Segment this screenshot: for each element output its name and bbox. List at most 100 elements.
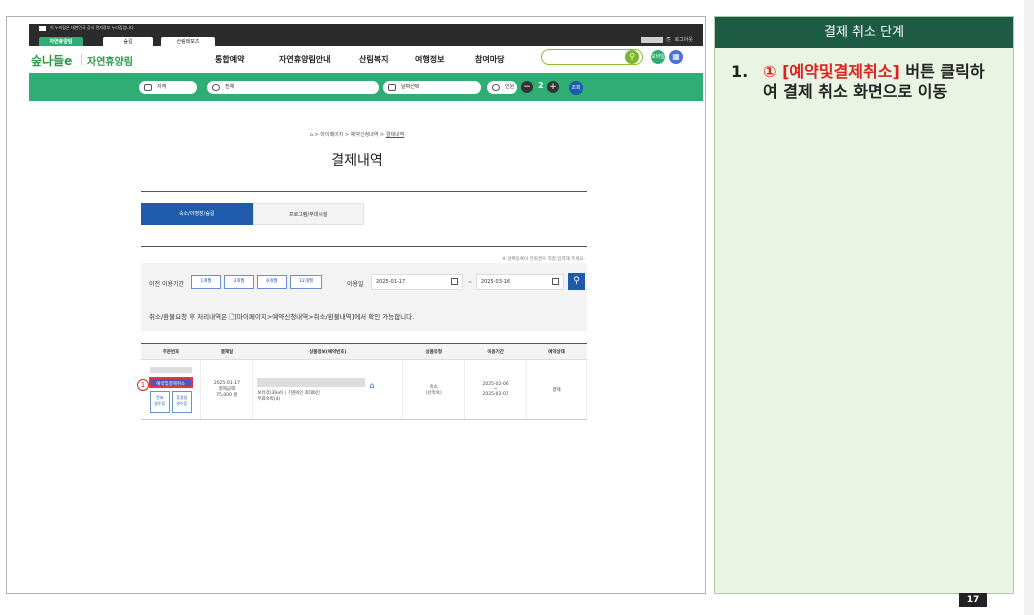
minus-button[interactable]: −	[521, 81, 533, 93]
home-icon[interactable]: ⌂	[310, 132, 313, 138]
scrollbar[interactable]	[1024, 0, 1034, 615]
breadcrumb-apply[interactable]: 예약신청내역	[351, 132, 379, 138]
query-button[interactable]: 조회	[569, 81, 583, 95]
status-badge: 결제	[552, 387, 561, 393]
tab-lodging[interactable]: 숙소/야영장/숲길	[141, 203, 253, 225]
pay-amount-label: 결제금액	[218, 387, 236, 392]
breadcrumb-sep: >	[344, 132, 350, 138]
order-cell: 예약및결제취소 전표 영수증휴양림 영수증	[141, 359, 202, 420]
people-label: 인원	[505, 84, 515, 90]
type-main: 숙소	[429, 384, 438, 390]
instruction-panel: 결제 취소 단계 1. ① [예약및결제취소] 버튼 클릭하여 결제 취소 화면…	[714, 16, 1014, 594]
refund-info: 취소/환불요청 후 처리내역은 🗋[마이페이지>예약신청내역>취소/환불내역]에…	[149, 313, 415, 321]
tab-program[interactable]: 프로그램/부대시설	[252, 203, 364, 225]
search-icon[interactable]: ⚲	[625, 50, 639, 64]
people-select[interactable]: 인원	[487, 81, 517, 94]
site-header: 숲나들e 자연휴양림 통합예약 자연휴양림안내 산림복지 여행정보 참여마당 ⚲…	[29, 46, 703, 73]
date-tilde: ~	[468, 280, 473, 286]
nav-item-travel[interactable]: 여행정보	[415, 54, 475, 65]
logout-link[interactable]: 로그아웃	[675, 36, 693, 43]
breadcrumb: ⌂ > 마이페이지 > 예약신청내역 > 결제내역	[7, 131, 705, 138]
breadcrumb-mypage[interactable]: 마이페이지	[320, 132, 343, 138]
forest-receipt-l2: 영수증	[176, 400, 188, 406]
search-icon[interactable]: ⚲	[568, 273, 585, 290]
product-extra: 무료숙박(4)	[257, 396, 281, 402]
forest-receipt-l1: 휴양림	[176, 394, 188, 400]
period-cell: 2025-02-06 ~2025-02-07	[464, 359, 528, 420]
region-label: 지역	[157, 84, 167, 90]
col-pay-date: 결제일	[200, 343, 253, 360]
pay-amount: 75,000 원	[216, 393, 238, 398]
breadcrumb-sep: >	[314, 132, 319, 138]
mobile-icon[interactable]: 모바일	[651, 50, 665, 64]
period-label: 이전 이용기간	[149, 281, 185, 288]
product-room: 보유각(39㎡) | 기준6인 최대6인	[257, 390, 320, 396]
to-date-value: 2025-03-16	[481, 279, 511, 285]
period-3m-button[interactable]: 3개월	[224, 275, 254, 289]
region-select[interactable]: 지역	[139, 81, 197, 94]
nav-item-community[interactable]: 참여마당	[475, 54, 525, 65]
annotation-marker: 1	[137, 379, 149, 391]
house-icon: ⌂	[369, 381, 375, 390]
date-label: 날짜선택	[401, 84, 420, 90]
plus-button[interactable]: +	[547, 81, 559, 93]
panel-step: 1. ① [예약및결제취소] 버튼 클릭하여 결제 취소 화면으로 이동	[715, 48, 1013, 102]
filter-box: 이전 이용기간 1개월 3개월 6개월 12개월 이용일 2025-01-17 …	[141, 263, 587, 331]
calendar-icon[interactable]	[451, 278, 458, 285]
gov-banner-text: 이 누리집은 대한민국 공식 전자정부 누리집입니다.	[50, 25, 135, 30]
search-bar: 지역 전체 날짜선택 인원 − 2 + 조회	[29, 73, 703, 101]
receipt-slip-l1: 전표	[156, 394, 164, 400]
nav-item-reservation[interactable]: 통합예약	[215, 54, 279, 65]
site-name[interactable]: 자연휴양림	[87, 53, 133, 68]
date-select[interactable]: 날짜선택	[383, 81, 481, 94]
forest-icon	[212, 84, 220, 91]
to-date-input[interactable]: 2025-03-16	[476, 274, 564, 290]
col-type: 상품유형	[402, 343, 465, 360]
grid-menu-icon[interactable]: ▦	[669, 50, 683, 64]
panel-title: 결제 취소 단계	[715, 17, 1013, 48]
logo-divider	[81, 54, 82, 65]
period-12m-button[interactable]: 12개월	[290, 275, 322, 289]
people-icon	[492, 84, 500, 91]
pay-date: 2025-01-17	[213, 381, 240, 386]
calendar-icon[interactable]	[552, 278, 559, 285]
page-title: 결제내역	[331, 153, 383, 169]
date-notice: ※ 날짜등록이 안될경우 직접 입력해 주세요.	[502, 257, 585, 262]
top-bar: 이 누리집은 대한민국 공식 전자정부 누리집입니다. 자연휴양림 숲길 산림레…	[29, 24, 703, 47]
browser-screenshot: 이 누리집은 대한민국 공식 전자정부 누리집입니다. 자연휴양림 숲길 산림레…	[6, 16, 706, 594]
period-to: 2025-02-07	[482, 392, 509, 397]
gov-banner: 이 누리집은 대한민국 공식 전자정부 누리집입니다.	[39, 25, 135, 31]
tab-bar: 숙소/야영장/숲길 프로그램/부대시설	[141, 203, 364, 225]
forest-label: 전체	[225, 84, 235, 90]
col-product: 상품정보(예약번호)	[252, 343, 403, 360]
breadcrumb-sep: >	[379, 132, 385, 138]
forest-receipt-button[interactable]: 휴양림 영수증	[171, 390, 192, 413]
logout-icon: ⎘	[666, 36, 671, 43]
period-6m-button[interactable]: 6개월	[257, 275, 287, 289]
period-1m-button[interactable]: 1개월	[191, 275, 221, 289]
step-number: 1.	[731, 62, 749, 81]
divider	[141, 246, 587, 247]
breadcrumb-current: 결제내역	[385, 132, 405, 138]
payment-table: 주문번호 결제일 상품정보(예약번호) 상품유형 이용기간 예약상태 예약및결제…	[141, 343, 587, 420]
people-count: 2	[538, 81, 544, 90]
page-number: 17	[959, 593, 987, 607]
cancel-reservation-button[interactable]: 예약및결제취소	[148, 376, 193, 388]
receipt-slip-button[interactable]: 전표 영수증	[149, 390, 170, 413]
table-row: 예약및결제취소 전표 영수증휴양림 영수증 2025-01-17 결제금액 75,000…	[141, 359, 587, 420]
site-logo[interactable]: 숲나들e	[31, 52, 72, 69]
main-nav: 통합예약 자연휴양림안내 산림복지 여행정보 참여마당	[215, 54, 525, 65]
product-name-masked	[257, 377, 366, 387]
product-cell: ⌂ 보유각(39㎡) | 기준6인 최대6인 무료숙박(4)	[252, 359, 404, 420]
divider	[141, 191, 587, 192]
nav-item-welfare[interactable]: 산림복지	[359, 54, 415, 65]
nav-item-forest-info[interactable]: 자연휴양림안내	[279, 54, 359, 65]
use-date-label: 이용일	[347, 281, 364, 288]
from-date-input[interactable]: 2025-01-17	[371, 274, 463, 290]
region-icon	[144, 84, 152, 91]
col-order-no: 주문번호	[141, 343, 201, 360]
flag-icon	[39, 25, 46, 31]
from-date-value: 2025-01-17	[376, 279, 406, 285]
type-sub: (산막숙)	[425, 390, 442, 396]
forest-select[interactable]: 전체	[207, 81, 379, 94]
